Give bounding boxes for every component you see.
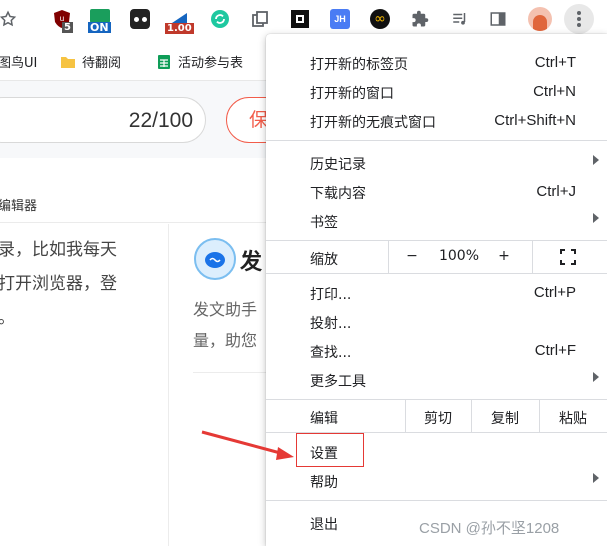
three-dots-vertical-icon (567, 7, 591, 31)
submenu-arrow-icon (593, 213, 599, 223)
folder-icon (61, 56, 75, 68)
bookmark-star-icon[interactable] (0, 7, 20, 31)
jh-extension-icon[interactable]: JH (328, 7, 352, 31)
jh-label: JH (330, 9, 350, 29)
bookmark-label: 图鸟UI (0, 56, 38, 71)
ublock-extension-icon[interactable]: u 5 (50, 7, 74, 33)
zoom-divider (388, 241, 389, 273)
menu-item-shortcut: Ctrl+T (534, 54, 576, 71)
menu-separator (266, 399, 607, 400)
annotation-arrow-icon (201, 430, 294, 460)
chrome-main-menu: 打开新的标签页 Ctrl+T 打开新的窗口 Ctrl+N 打开新的无痕式窗口 C… (266, 34, 607, 546)
csdn-watermark: CSDN @孙不坚1208 (419, 520, 560, 537)
bookmark-activity-sheet[interactable]: 活动参与表 (156, 52, 243, 71)
assistant-desc-line: 量，助您 (193, 331, 258, 350)
menu-item-find[interactable]: 查找... Ctrl+F (266, 336, 607, 365)
menu-item-new-window[interactable]: 打开新的窗口 Ctrl+N (266, 77, 607, 106)
menu-separator (266, 500, 607, 501)
menu-item-label: 打开新的窗口 (310, 86, 394, 102)
menu-item-history[interactable]: 历史记录 (266, 148, 607, 177)
zoom-level-badge: 1.00 (165, 23, 194, 34)
edit-label: 编辑 (310, 411, 338, 427)
column-divider (168, 224, 169, 546)
bookmark-label: 活动参与表 (178, 56, 244, 71)
copy-button[interactable]: 复制 (471, 408, 539, 428)
on-extension-icon[interactable]: ON (88, 7, 112, 34)
on-badge: ON (88, 21, 111, 34)
menu-item-label: 打开新的标签页 (310, 57, 408, 73)
zoom-out-button[interactable]: − (402, 248, 422, 264)
menu-item-shortcut: Ctrl+J (536, 183, 576, 200)
menu-item-help[interactable]: 帮助 (266, 466, 607, 495)
menu-separator (266, 140, 607, 141)
assistant-desc-line: 发文助手 (193, 300, 258, 319)
submenu-arrow-icon (593, 473, 599, 483)
title-input[interactable]: 22/100 (0, 97, 206, 143)
zoom-extension-icon[interactable]: 1.00 (165, 7, 194, 34)
paste-button[interactable]: 粘贴 (539, 408, 607, 428)
menu-separator (266, 240, 607, 241)
article-text-line: 录，比如我每天 (0, 240, 117, 260)
side-panel-icon[interactable] (486, 7, 510, 31)
submenu-arrow-icon (593, 372, 599, 382)
settings-highlight-box (296, 433, 364, 467)
submenu-arrow-icon (593, 155, 599, 165)
profile-avatar[interactable] (528, 7, 552, 31)
menu-item-incognito-window[interactable]: 打开新的无痕式窗口 Ctrl+Shift+N (266, 106, 607, 135)
menu-item-label: 打印... (310, 287, 352, 303)
article-text-line: 打开浏览器，登 (0, 274, 117, 294)
menu-item-label: 投射... (310, 316, 352, 332)
tampermonkey-extension-icon[interactable] (128, 7, 152, 31)
menu-item-cast[interactable]: 投射... (266, 307, 607, 336)
zoom-in-button[interactable]: + (494, 248, 514, 264)
cut-button[interactable]: 剪切 (405, 408, 471, 428)
menu-item-label: 下载内容 (310, 186, 366, 202)
menu-item-shortcut: Ctrl+P (533, 284, 576, 301)
menu-item-shortcut: Ctrl+Shift+N (494, 112, 576, 129)
bookmark-tuniao[interactable]: 图鸟UI (0, 52, 37, 71)
menu-item-new-tab[interactable]: 打开新的标签页 Ctrl+T (266, 48, 607, 77)
copy-extension-icon[interactable] (248, 7, 272, 31)
article-text-line: 。 (0, 304, 15, 332)
menu-item-label: 历史记录 (310, 157, 366, 173)
menu-item-label: 查找... (310, 345, 352, 361)
menu-item-print[interactable]: 打印... Ctrl+P (266, 278, 607, 307)
menu-item-bookmarks[interactable]: 书签 (266, 206, 607, 235)
bookmark-label: 待翻阅 (82, 56, 122, 71)
editor-label: 编辑器 (0, 199, 38, 214)
zoom-divider (532, 241, 533, 273)
zoom-level-value: 100% (438, 248, 480, 264)
chrome-menu-button[interactable] (564, 4, 594, 34)
menu-item-label: 打开新的无痕式窗口 (310, 115, 436, 131)
bookmark-folder-daifanyue[interactable]: 待翻阅 (60, 52, 121, 71)
square-extension-icon[interactable] (288, 7, 312, 31)
menu-item-label: 书签 (310, 215, 338, 231)
menu-item-more-tools[interactable]: 更多工具 (266, 365, 607, 394)
refresh-extension-icon[interactable] (208, 7, 232, 31)
char-counter: 22/100 (128, 109, 193, 132)
menu-item-label: 退出 (310, 517, 338, 533)
menu-item-shortcut: Ctrl+F (534, 342, 576, 359)
media-playlist-icon[interactable] (448, 7, 472, 31)
menu-item-label: 更多工具 (310, 374, 366, 390)
infinity-extension-icon[interactable]: ∞ (368, 7, 392, 31)
extensions-puzzle-icon[interactable] (408, 7, 432, 31)
menu-item-shortcut: Ctrl+N (533, 83, 576, 100)
menu-separator (266, 273, 607, 274)
menu-item-label: 帮助 (310, 475, 338, 491)
assistant-logo-icon (194, 238, 236, 280)
ublock-count-badge: 5 (62, 22, 73, 33)
zoom-label: 缩放 (310, 252, 338, 268)
sheets-icon (158, 54, 170, 69)
assistant-title: 发 (240, 250, 263, 275)
menu-item-downloads[interactable]: 下载内容 Ctrl+J (266, 177, 607, 206)
fullscreen-icon[interactable] (560, 249, 576, 265)
